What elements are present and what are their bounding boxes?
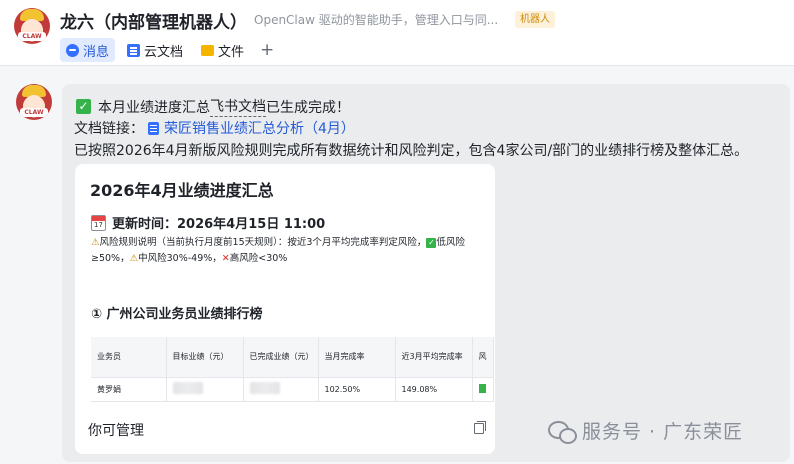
doc-link[interactable]: 荣匠销售业绩汇总分析（4月） <box>148 118 355 138</box>
avatar-face-shape <box>24 19 40 33</box>
doc-icon <box>148 121 159 135</box>
cell-month-rate: 102.50% <box>317 377 396 402</box>
chat-area: CLAW ✓ 本月业绩进度汇总 飞书文档 已生成完成！ 文档链接： 荣匠销售业绩… <box>0 66 794 464</box>
bot-badge: 机器人 <box>515 11 555 28</box>
copy-icon[interactable] <box>474 421 486 434</box>
tab-cloud-docs-label: 云文档 <box>144 44 184 60</box>
avatar-face-shape <box>26 95 42 109</box>
doc-link-line: 文档链接： 荣匠销售业绩汇总分析（4月） <box>74 118 355 138</box>
cell-name: 黄罗娟 <box>91 377 167 402</box>
watermark: 服务号 · 广东荣匠 <box>548 417 743 444</box>
tab-messages[interactable]: 消息 <box>60 38 116 62</box>
ranking-table: 业务员 目标业绩（元） 已完成业绩（元） 当月完成率 近3月平均完成率 风 黄罗… <box>91 337 494 402</box>
cross-mark-icon: ✕ <box>221 253 230 264</box>
check-mark-icon: ✓ <box>426 238 437 248</box>
table-header-row: 业务员 目标业绩（元） 已完成业绩（元） 当月完成率 近3月平均完成率 风 <box>91 337 494 378</box>
table-row: 黄罗娟 102.50% 149.08% <box>91 377 494 402</box>
column-header: 已完成业绩（元） <box>242 337 319 378</box>
chat-header: CLAW 龙六（内部管理机器人） OpenClaw 驱动的智能助手，管理入口与同… <box>0 0 794 66</box>
tab-files[interactable]: 文件 <box>195 38 250 62</box>
watermark-text: 服务号 · 广东荣匠 <box>582 421 744 443</box>
message-summary: 已按照2026年4月新版风险规则完成所有数据统计和风险判定，包含4家公司/部门的… <box>74 143 749 159</box>
cell-avg-rate: 149.08% <box>394 377 473 402</box>
doc-preview-card[interactable]: 2026年4月业绩进度汇总 17 更新时间：2026年4月15日 11:00 ⚠… <box>75 164 495 454</box>
tab-messages-label: 消息 <box>83 44 110 60</box>
chat-subtitle: OpenClaw 驱动的智能助手，管理入口与同... <box>254 13 499 27</box>
column-header: 业务员 <box>91 337 167 378</box>
chat-title[interactable]: 龙六（内部管理机器人） <box>60 8 247 33</box>
folder-icon <box>201 44 215 56</box>
column-header: 当月完成率 <box>317 337 396 378</box>
cloud-doc-icon <box>127 43 141 57</box>
card-footer: 你可管理 <box>75 402 495 454</box>
risk-rule-text: ⚠风险规则说明（当前执行月度前15天规则）：按近3个月平均完成率判定风险， ✓ 低风… <box>91 235 486 267</box>
rule-low: 低 <box>436 237 446 248</box>
rule-mid: 中风险30%-49%， <box>138 253 222 264</box>
cell-target <box>165 377 244 402</box>
status-prefix: 本月业绩进度汇总 <box>98 99 210 116</box>
calendar-day: 17 <box>94 220 103 229</box>
message-avatar[interactable]: CLAW <box>16 84 52 120</box>
doc-link-label: 文档链接： <box>74 121 144 137</box>
add-tab-button[interactable]: + <box>256 38 278 62</box>
update-time-row: 17 更新时间：2026年4月15日 11:00 <box>91 213 325 232</box>
redacted-value <box>172 382 203 394</box>
column-header: 近3月平均完成率 <box>394 337 473 378</box>
warning-icon: ⚠ <box>91 237 100 248</box>
update-time-text: 更新时间：2026年4月15日 11:00 <box>112 217 326 232</box>
avatar-label: CLAW <box>20 108 48 117</box>
risk-indicator-icon <box>478 383 486 393</box>
calendar-icon: 17 <box>91 214 106 231</box>
check-mark-icon: ✓ <box>76 99 91 114</box>
permission-text: 你可管理 <box>88 423 144 439</box>
doc-link-text: 荣匠销售业绩汇总分析（4月） <box>164 121 355 137</box>
rule-text-1: 风险规则说明（当前执行月度前15天规则）：按近3个月平均完成率判定风险， <box>99 237 427 248</box>
cell-risk <box>471 377 494 402</box>
status-suffix: 已生成完成！ <box>266 99 350 116</box>
feishu-doc-term[interactable]: 飞书文档 <box>210 96 266 117</box>
message-icon <box>66 43 79 57</box>
redacted-value <box>249 382 280 394</box>
cell-done <box>242 377 319 402</box>
warning-icon: ⚠ <box>129 253 139 264</box>
column-header: 风 <box>471 337 494 378</box>
chat-tabs: 消息 云文档 文件 + <box>60 38 284 62</box>
bot-avatar[interactable]: CLAW <box>14 8 50 44</box>
tab-files-label: 文件 <box>218 44 245 60</box>
tab-cloud-docs[interactable]: 云文档 <box>121 38 189 62</box>
rule-high: 高风险<30% <box>229 253 288 264</box>
doc-title: 2026年4月业绩进度汇总 <box>90 181 274 200</box>
message-status-line: ✓ 本月业绩进度汇总 飞书文档 已生成完成！ <box>76 96 350 117</box>
section-title: ① 广州公司业务员业绩排行榜 <box>91 307 263 322</box>
wechat-icon <box>548 420 577 444</box>
column-header: 目标业绩（元） <box>165 337 244 378</box>
avatar-label: CLAW <box>18 32 46 41</box>
message-bubble: ✓ 本月业绩进度汇总 飞书文档 已生成完成！ 文档链接： 荣匠销售业绩汇总分析（… <box>62 84 790 462</box>
